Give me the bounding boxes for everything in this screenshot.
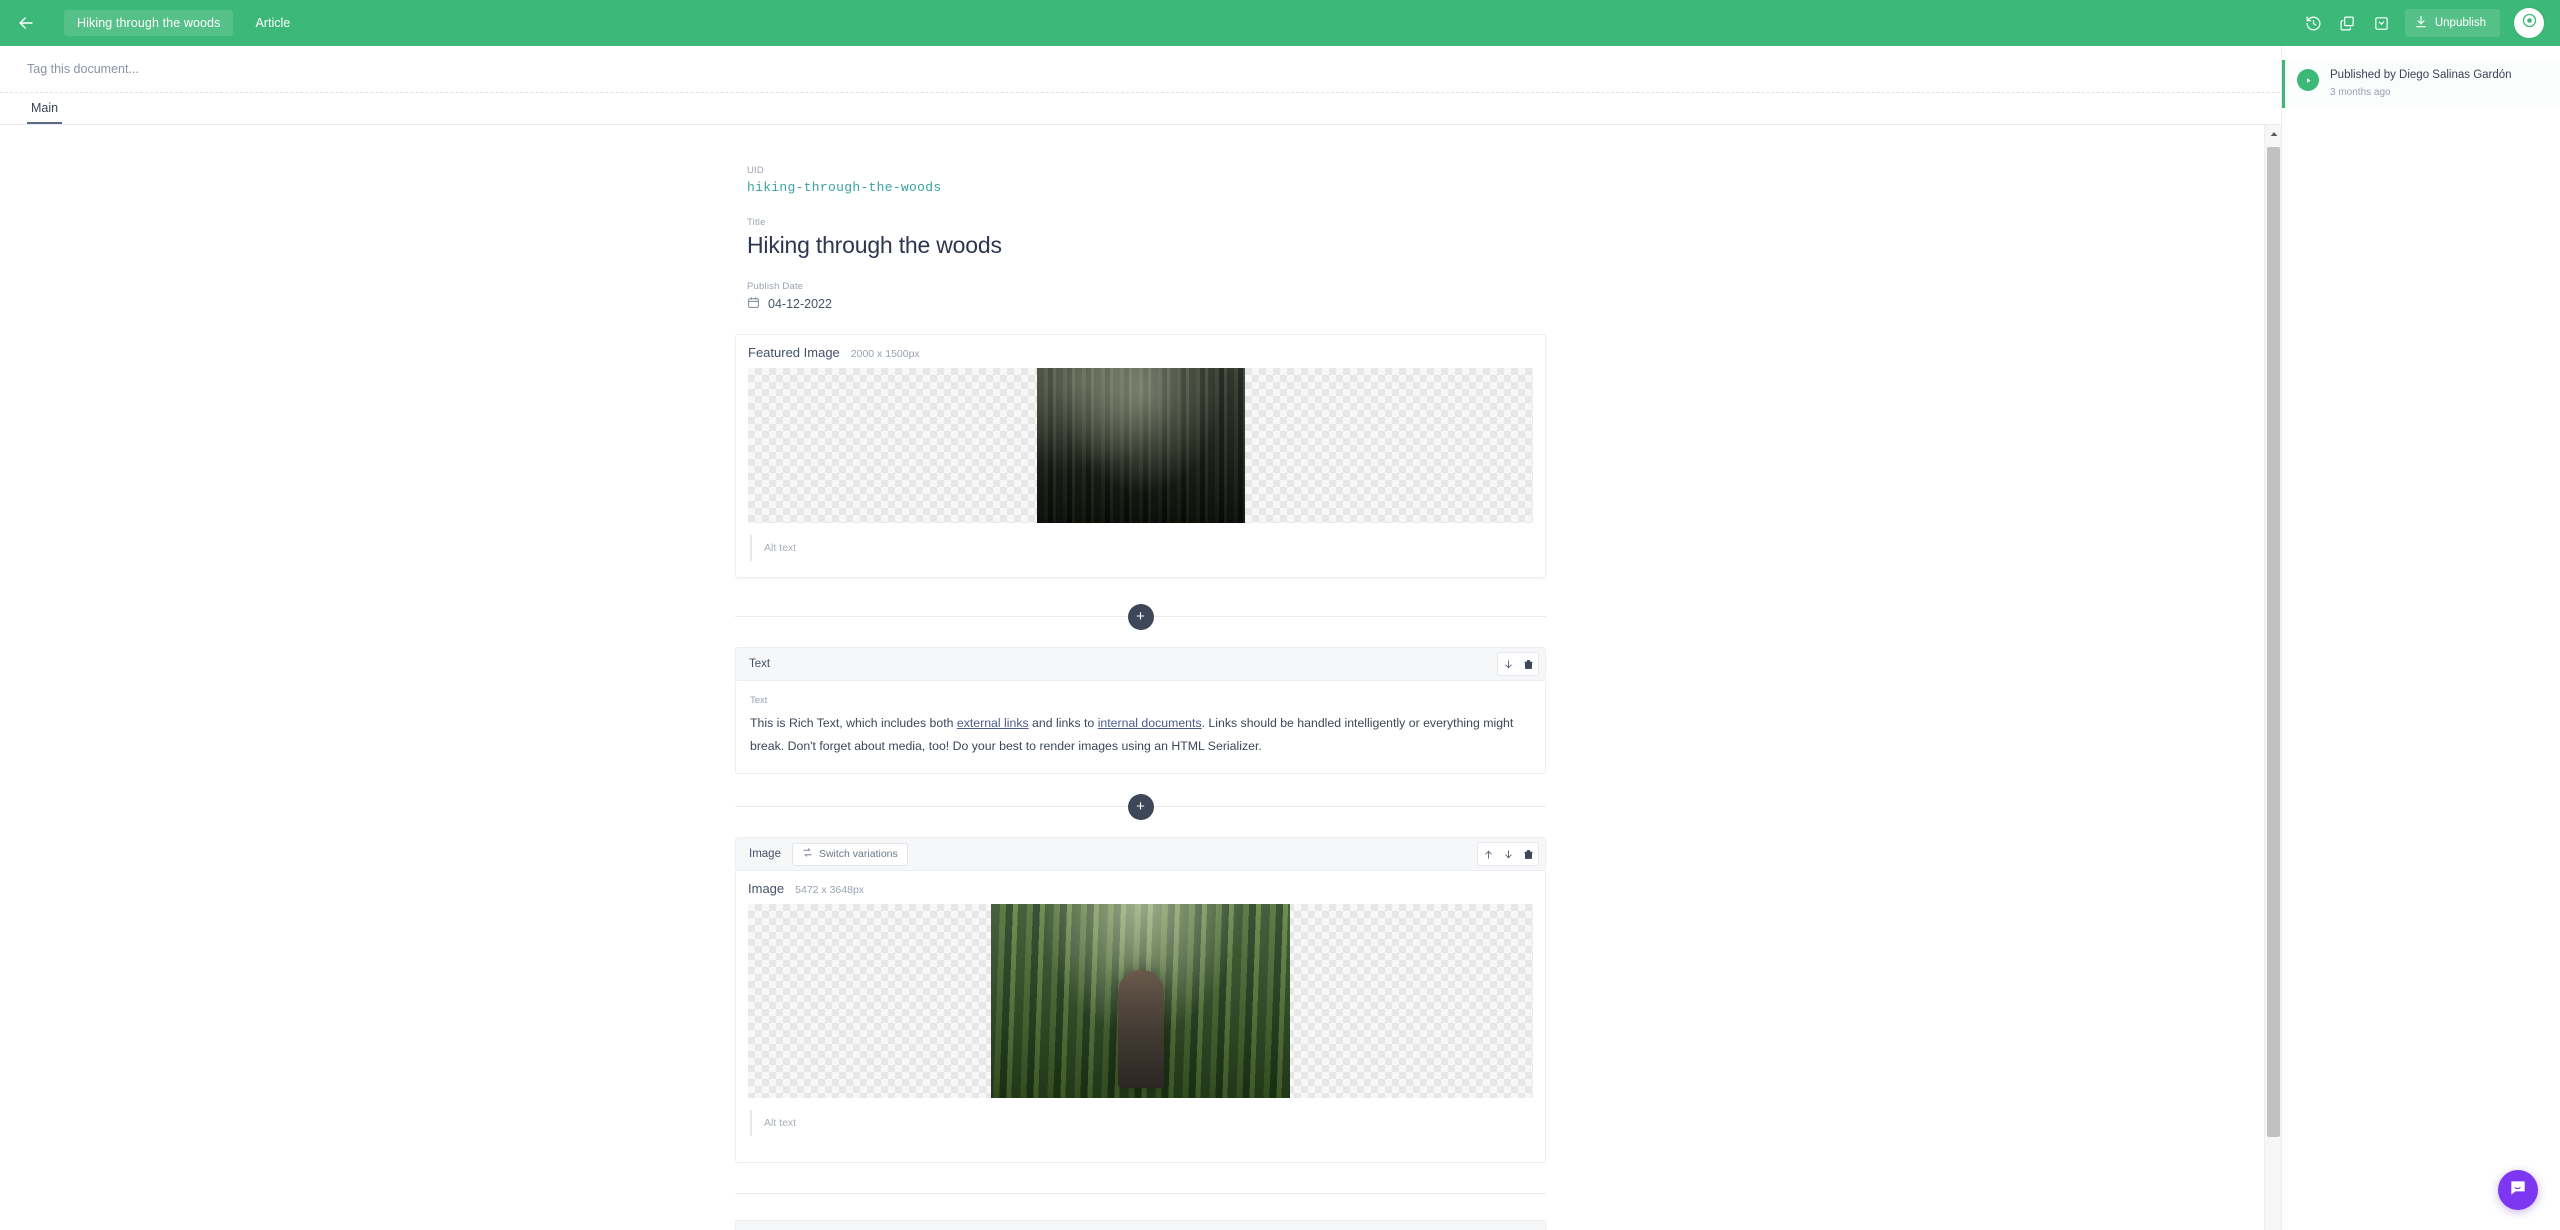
- archive-icon[interactable]: [2365, 6, 2399, 40]
- move-up-icon[interactable]: [1478, 843, 1498, 865]
- chat-bubble-icon: [2508, 1178, 2528, 1203]
- delete-icon[interactable]: [1518, 653, 1538, 675]
- publish-play-icon: [2297, 69, 2319, 91]
- uid-field[interactable]: UID hiking-through-the-woods: [735, 165, 1546, 195]
- switch-variations-label: Switch variations: [818, 848, 898, 861]
- image-block-header: Image Switch variations: [735, 837, 1546, 872]
- delete-icon[interactable]: [1518, 843, 1538, 865]
- block-divider-2: +: [735, 793, 1546, 820]
- document-title-chip[interactable]: Hiking through the woods: [64, 10, 234, 36]
- external-links-link[interactable]: external links: [957, 716, 1029, 730]
- user-avatar-icon: [2521, 12, 2538, 34]
- document-type-label: Article: [255, 16, 291, 30]
- text-block-actions: [1497, 652, 1539, 676]
- back-button[interactable]: [0, 0, 52, 46]
- featured-image-alt-placeholder: Alt text: [764, 542, 797, 554]
- image-thumbnail: [991, 904, 1290, 1099]
- calendar-icon: [747, 296, 760, 312]
- rich-text-part-2: and links to: [1028, 716, 1098, 730]
- tag-bar[interactable]: Tag this document...: [0, 46, 2560, 93]
- tab-bar: Main: [0, 93, 2281, 125]
- tag-input-placeholder[interactable]: Tag this document...: [27, 62, 139, 76]
- text-block-type-label: Text: [749, 658, 771, 670]
- publish-date-label: Publish Date: [747, 281, 804, 292]
- rich-text-field-label: Text: [750, 695, 768, 706]
- canvas-scrollbar[interactable]: [2264, 125, 2282, 1230]
- featured-image-header: Featured Image 2000 x 1500px: [736, 335, 1545, 368]
- switch-variations-button[interactable]: Switch variations: [791, 842, 908, 866]
- history-icon[interactable]: [2297, 6, 2331, 40]
- activity-title: Published by Diego Salinas Gardón: [2330, 69, 2512, 81]
- featured-image-dimensions: 2000 x 1500px: [850, 348, 920, 360]
- switch-icon: [802, 847, 813, 861]
- move-down-icon[interactable]: [1498, 653, 1518, 675]
- top-header-bar: Hiking through the woods Article Unpubli…: [0, 0, 2560, 46]
- featured-image-label: Featured Image: [748, 345, 840, 360]
- title-field[interactable]: Title Hiking through the woods: [735, 217, 1546, 259]
- download-icon: [2414, 15, 2428, 32]
- text-block-body: Text This is Rich Text, which includes b…: [735, 681, 1546, 775]
- next-block-header: [735, 1220, 1546, 1230]
- duplicate-icon[interactable]: [2331, 6, 2365, 40]
- image-field-dimensions: 5472 x 3648px: [795, 884, 865, 897]
- unpublish-label: Unpublish: [2434, 17, 2486, 29]
- image-alt-input[interactable]: Alt text: [750, 1110, 1531, 1137]
- rich-text-content[interactable]: This is Rich Text, which includes both e…: [736, 712, 1545, 763]
- scrollbar-thumb[interactable]: [2267, 147, 2280, 1137]
- avatar[interactable]: [2514, 8, 2544, 38]
- image-block: Image Switch variations Image 5472 x 364…: [735, 837, 1546, 1164]
- activity-item-published[interactable]: Published by Diego Salinas Gardón 3 mont…: [2282, 60, 2560, 108]
- uid-value[interactable]: hiking-through-the-woods: [747, 180, 1546, 195]
- block-divider-1: +: [735, 603, 1546, 630]
- block-divider-3: [735, 1193, 1546, 1195]
- activity-sidebar: Published by Diego Salinas Gardón 3 mont…: [2281, 46, 2560, 1230]
- text-block: Text Text This is Rich Text, which inclu…: [735, 647, 1546, 775]
- unpublish-button[interactable]: Unpublish: [2404, 9, 2500, 37]
- image-preview[interactable]: [748, 904, 1533, 1099]
- featured-image-alt-input[interactable]: Alt text: [750, 535, 1531, 561]
- image-alt-placeholder: Alt text: [764, 1117, 797, 1130]
- activity-text-group: Published by Diego Salinas Gardón 3 mont…: [2330, 68, 2512, 98]
- activity-time: 3 months ago: [2330, 86, 2391, 98]
- top-header-actions: Unpublish: [2297, 6, 2560, 40]
- uid-label: UID: [747, 165, 764, 176]
- publish-date-value[interactable]: 04-12-2022: [768, 297, 832, 311]
- title-value[interactable]: Hiking through the woods: [747, 232, 1546, 259]
- image-block-actions: [1477, 842, 1539, 867]
- chat-widget-button[interactable]: [2498, 1170, 2538, 1210]
- image-block-type-label: Image: [749, 848, 781, 861]
- featured-image-thumbnail: [1036, 368, 1245, 523]
- move-down-icon[interactable]: [1498, 843, 1518, 865]
- featured-image-widget[interactable]: Featured Image 2000 x 1500px Alt text: [735, 334, 1546, 578]
- add-block-button[interactable]: +: [1127, 603, 1154, 630]
- canvas-inner: UID hiking-through-the-woods Title Hikin…: [0, 125, 2281, 1230]
- document-fields-section: UID hiking-through-the-woods Title Hikin…: [735, 125, 1546, 578]
- title-label: Title: [747, 217, 766, 228]
- rich-text-part-1: This is Rich Text, which includes both: [750, 716, 957, 730]
- publish-date-field[interactable]: Publish Date 04-12-2022: [735, 281, 1546, 312]
- document-canvas: UID hiking-through-the-woods Title Hikin…: [0, 125, 2281, 1230]
- scroll-up-icon[interactable]: [2265, 125, 2282, 142]
- arrow-left-icon: [16, 13, 36, 33]
- publish-date-row[interactable]: 04-12-2022: [747, 296, 1546, 312]
- featured-image-preview[interactable]: [748, 368, 1533, 523]
- add-block-button[interactable]: +: [1127, 793, 1154, 820]
- image-field-label: Image: [748, 881, 785, 897]
- next-block-partial: [735, 1220, 1546, 1230]
- tab-main[interactable]: Main: [27, 101, 63, 124]
- image-field-header: Image 5472 x 3648px: [736, 871, 1545, 904]
- image-block-body: Image 5472 x 3648px Alt text: [735, 871, 1546, 1164]
- text-block-header: Text: [735, 647, 1546, 681]
- internal-documents-link[interactable]: internal documents: [1098, 716, 1202, 730]
